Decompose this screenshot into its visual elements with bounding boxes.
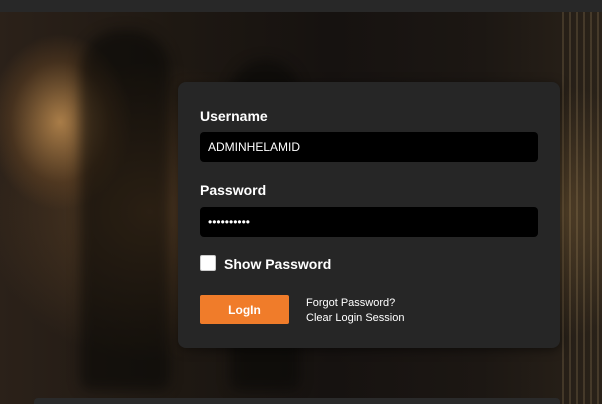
username-label: Username — [200, 108, 268, 124]
bottom-panel-edge — [34, 398, 560, 404]
login-button[interactable]: LogIn — [200, 295, 289, 324]
username-input[interactable] — [200, 132, 538, 162]
show-password-label[interactable]: Show Password — [224, 256, 331, 272]
password-input[interactable] — [200, 207, 538, 237]
background-figure — [80, 30, 170, 390]
top-bar — [0, 0, 602, 12]
show-password-checkbox[interactable] — [200, 255, 216, 271]
login-card: Username Password Show Password LogIn Fo… — [178, 82, 560, 348]
clear-login-session-link[interactable]: Clear Login Session — [306, 312, 404, 324]
forgot-password-link[interactable]: Forgot Password? — [306, 297, 395, 309]
background-pillars — [562, 12, 602, 404]
password-label: Password — [200, 182, 267, 198]
